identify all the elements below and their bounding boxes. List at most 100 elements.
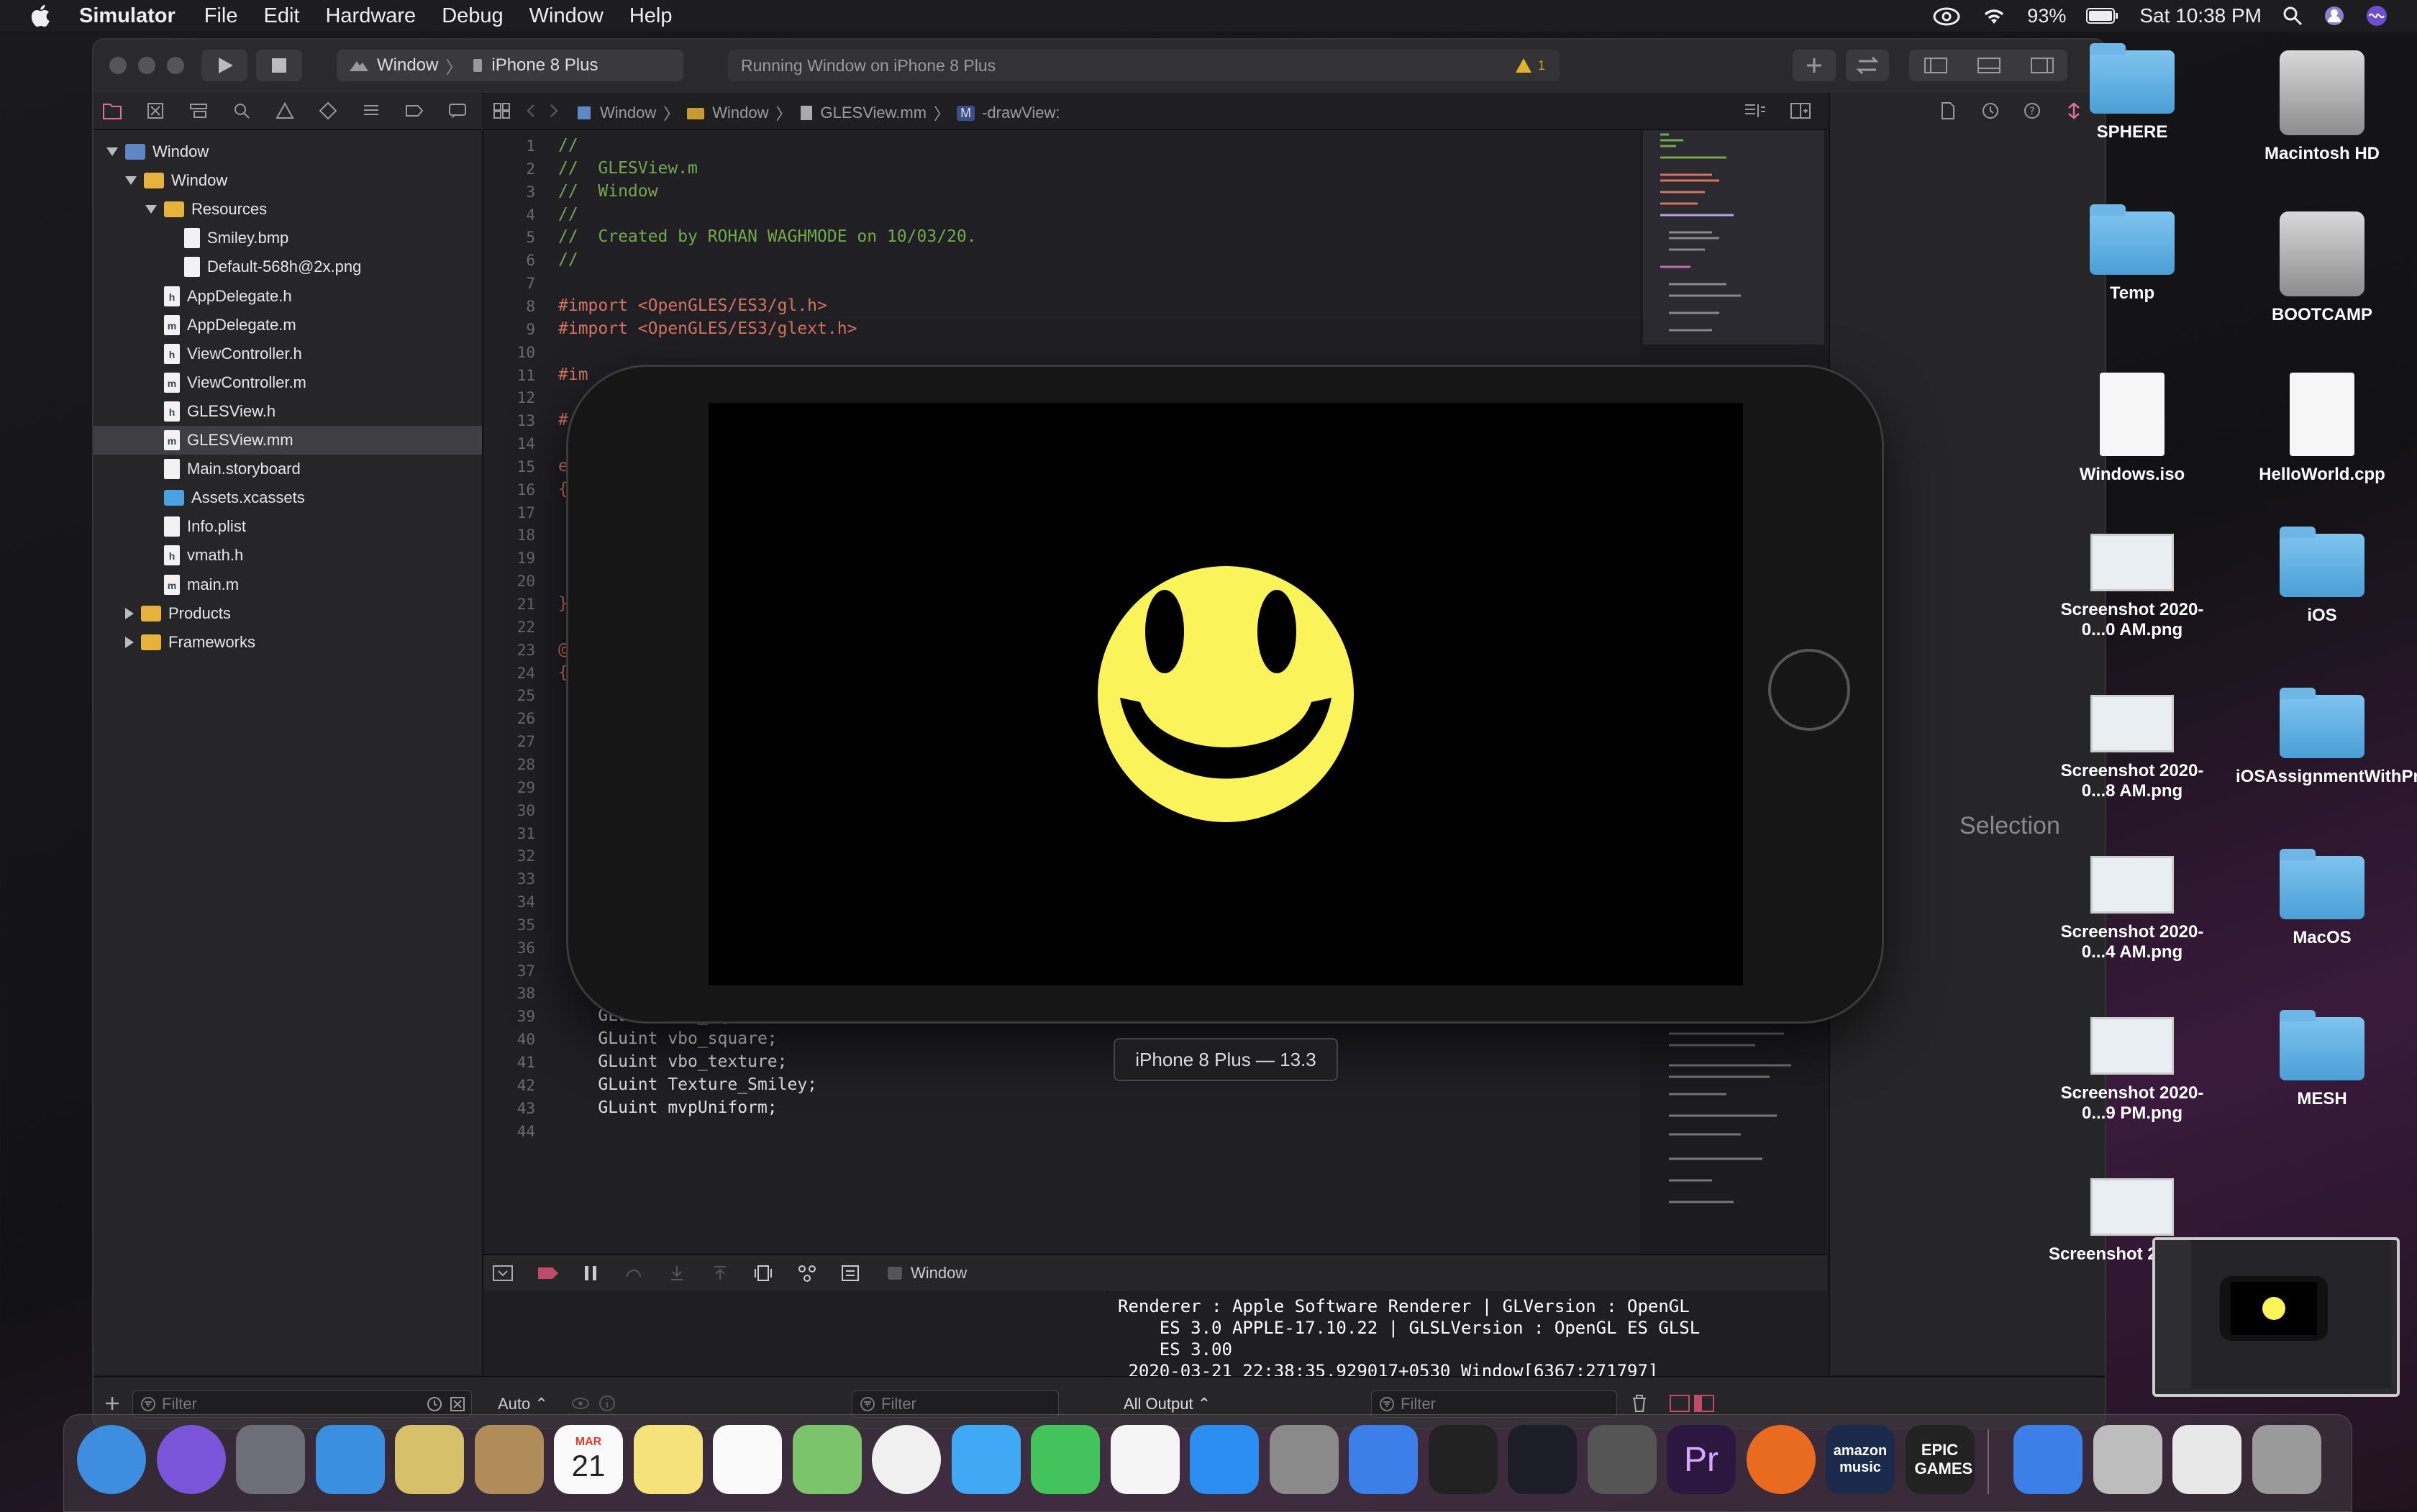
stop-button[interactable] [256, 50, 302, 81]
crumb-group[interactable]: Window [712, 104, 768, 122]
dock-safari-icon[interactable] [315, 1425, 385, 1494]
navigator-item[interactable]: m ViewController.m [94, 368, 482, 397]
siri-icon[interactable] [2365, 4, 2388, 27]
dock-amazon-music-icon[interactable]: amazon music [1826, 1425, 1895, 1494]
console-output-selector[interactable]: All Output ⌃ [1124, 1395, 1211, 1413]
dock-terminal-icon[interactable] [1428, 1425, 1498, 1494]
wifi-icon[interactable] [1981, 5, 2007, 27]
pause-icon[interactable] [581, 1264, 600, 1283]
navigator-item[interactable]: Main.storyboard [94, 455, 482, 483]
dock-applications-icon[interactable] [2013, 1425, 2083, 1494]
desktop-item[interactable]: Screenshot 2020-0...9 PM.png [2046, 1017, 2218, 1124]
source-control-icon[interactable] [145, 101, 165, 120]
code-line[interactable]: // [558, 136, 578, 155]
menu-window[interactable]: Window [529, 4, 604, 28]
step-into-icon[interactable] [668, 1264, 686, 1283]
menu-app-name[interactable]: Simulator [79, 4, 176, 28]
dock-messages-icon[interactable] [951, 1425, 1021, 1494]
screenshot-thumbnail-preview[interactable] [2152, 1237, 2400, 1397]
file-inspector-icon[interactable] [1939, 101, 1957, 120]
navigator-item[interactable]: Window [94, 166, 482, 195]
code-line[interactable]: GLuint Texture_Smiley; [558, 1075, 817, 1094]
navigator-item[interactable]: m AppDelegate.m [94, 311, 482, 340]
close-window-button[interactable] [109, 57, 127, 74]
print-description-icon[interactable] [598, 1395, 616, 1412]
dock-contacts-icon[interactable] [474, 1425, 544, 1494]
desktop-item[interactable]: Macintosh HD [2236, 50, 2408, 164]
code-line[interactable]: { [558, 480, 568, 498]
zoom-window-button[interactable] [167, 57, 184, 74]
dock-launchpad-icon[interactable] [236, 1425, 305, 1494]
test-navigator-icon[interactable] [318, 101, 338, 120]
dock-facetime-icon[interactable] [1031, 1425, 1100, 1494]
navigator-item[interactable]: h ViewController.h [94, 340, 482, 368]
quick-look-icon[interactable] [571, 1395, 590, 1412]
code-line[interactable]: @ [558, 640, 568, 659]
symbol-navigator-icon[interactable] [188, 101, 209, 120]
dock-calendar-icon[interactable]: MAR 21 [554, 1425, 623, 1494]
navigator-item[interactable]: Resources [94, 195, 482, 224]
desktop-item[interactable]: HelloWorld.cpp [2236, 373, 2408, 485]
panel-toggles-icon[interactable] [1909, 50, 2067, 81]
debug-navigator-icon[interactable] [361, 101, 381, 120]
menubar-clock[interactable]: Sat 10:38 PM [2139, 4, 2262, 27]
report-navigator-icon[interactable] [447, 101, 468, 120]
run-button[interactable] [201, 50, 247, 81]
desktop-item[interactable]: Temp [2046, 204, 2218, 304]
code-line[interactable]: // GLESView.m [558, 159, 698, 178]
battery-icon[interactable] [2086, 6, 2119, 25]
destination-name[interactable]: iPhone 8 Plus [491, 55, 598, 76]
memory-graph-icon[interactable] [797, 1264, 817, 1283]
code-line[interactable]: { [558, 663, 568, 682]
navigator-item[interactable]: Smiley.bmp [94, 224, 482, 252]
history-inspector-icon[interactable] [1981, 101, 2000, 120]
variables-view[interactable] [483, 1291, 1106, 1377]
desktop-item[interactable]: iOS [2236, 527, 2408, 626]
menu-edit[interactable]: Edit [263, 4, 299, 28]
code-line[interactable]: #im [558, 365, 588, 384]
dock-mail-icon[interactable] [395, 1425, 464, 1494]
code-line[interactable]: GLuint vbo_square; [558, 1029, 777, 1048]
add-file-icon[interactable] [104, 1395, 121, 1412]
quick-help-icon[interactable]: ? [2023, 101, 2042, 120]
dock-xcode-icon[interactable] [1349, 1425, 1418, 1494]
split-console-icon[interactable] [1669, 1393, 1715, 1413]
dock-system-preferences-icon[interactable] [1269, 1425, 1339, 1494]
navigator-item[interactable]: h GLESView.h [94, 397, 482, 426]
disclosure-open-icon[interactable] [125, 176, 137, 186]
simulator-screen[interactable] [709, 403, 1743, 985]
code-line[interactable]: # [558, 411, 568, 429]
step-over-icon[interactable] [624, 1264, 643, 1283]
warning-indicator[interactable]: 1 [1515, 58, 1545, 73]
disclosure-closed-icon[interactable] [125, 636, 134, 648]
disclosure-open-icon[interactable] [145, 205, 157, 214]
process-name[interactable]: Window [911, 1264, 967, 1283]
dock-siri-icon[interactable] [156, 1425, 226, 1494]
dock-final-cut-pro-icon[interactable] [1508, 1425, 1577, 1494]
disclosure-closed-icon[interactable] [125, 607, 134, 619]
desktop-item[interactable]: MESH [2236, 1010, 2408, 1109]
crumb-file[interactable]: GLESView.mm [821, 104, 927, 122]
dock-reminders-icon[interactable] [713, 1425, 782, 1494]
apple-menu-icon[interactable] [29, 3, 55, 29]
navigator-item[interactable]: Default-568h@2x.png [94, 252, 482, 281]
forward-arrow-icon[interactable] [547, 103, 561, 119]
variables-scope-selector[interactable]: Auto ⌃ [498, 1395, 548, 1413]
project-navigator-icon[interactable] [102, 101, 122, 120]
menu-file[interactable]: File [204, 4, 238, 28]
navigator-item[interactable]: Info.plist [94, 512, 482, 541]
dock-firefox-icon[interactable] [1746, 1425, 1816, 1494]
menu-debug[interactable]: Debug [442, 4, 503, 28]
navigator-item[interactable]: Assets.xcassets [94, 483, 482, 512]
environment-overrides-icon[interactable] [840, 1264, 860, 1283]
menu-help[interactable]: Help [629, 4, 673, 28]
library-button[interactable] [1793, 50, 1836, 81]
desktop-item[interactable]: Screenshot 2020-0...0 AM.png [2046, 534, 2218, 640]
creative-cloud-icon[interactable] [1932, 5, 1961, 27]
disclosure-open-icon[interactable] [106, 147, 118, 156]
desktop-item[interactable]: iOSAssignmentWithProjectFiles [2236, 688, 2417, 787]
dock-preview-icon[interactable] [2093, 1425, 2162, 1494]
dock-maps-icon[interactable] [792, 1425, 862, 1494]
editor-options-icon[interactable] [1742, 101, 1767, 120]
dock-photos-icon[interactable] [872, 1425, 941, 1494]
